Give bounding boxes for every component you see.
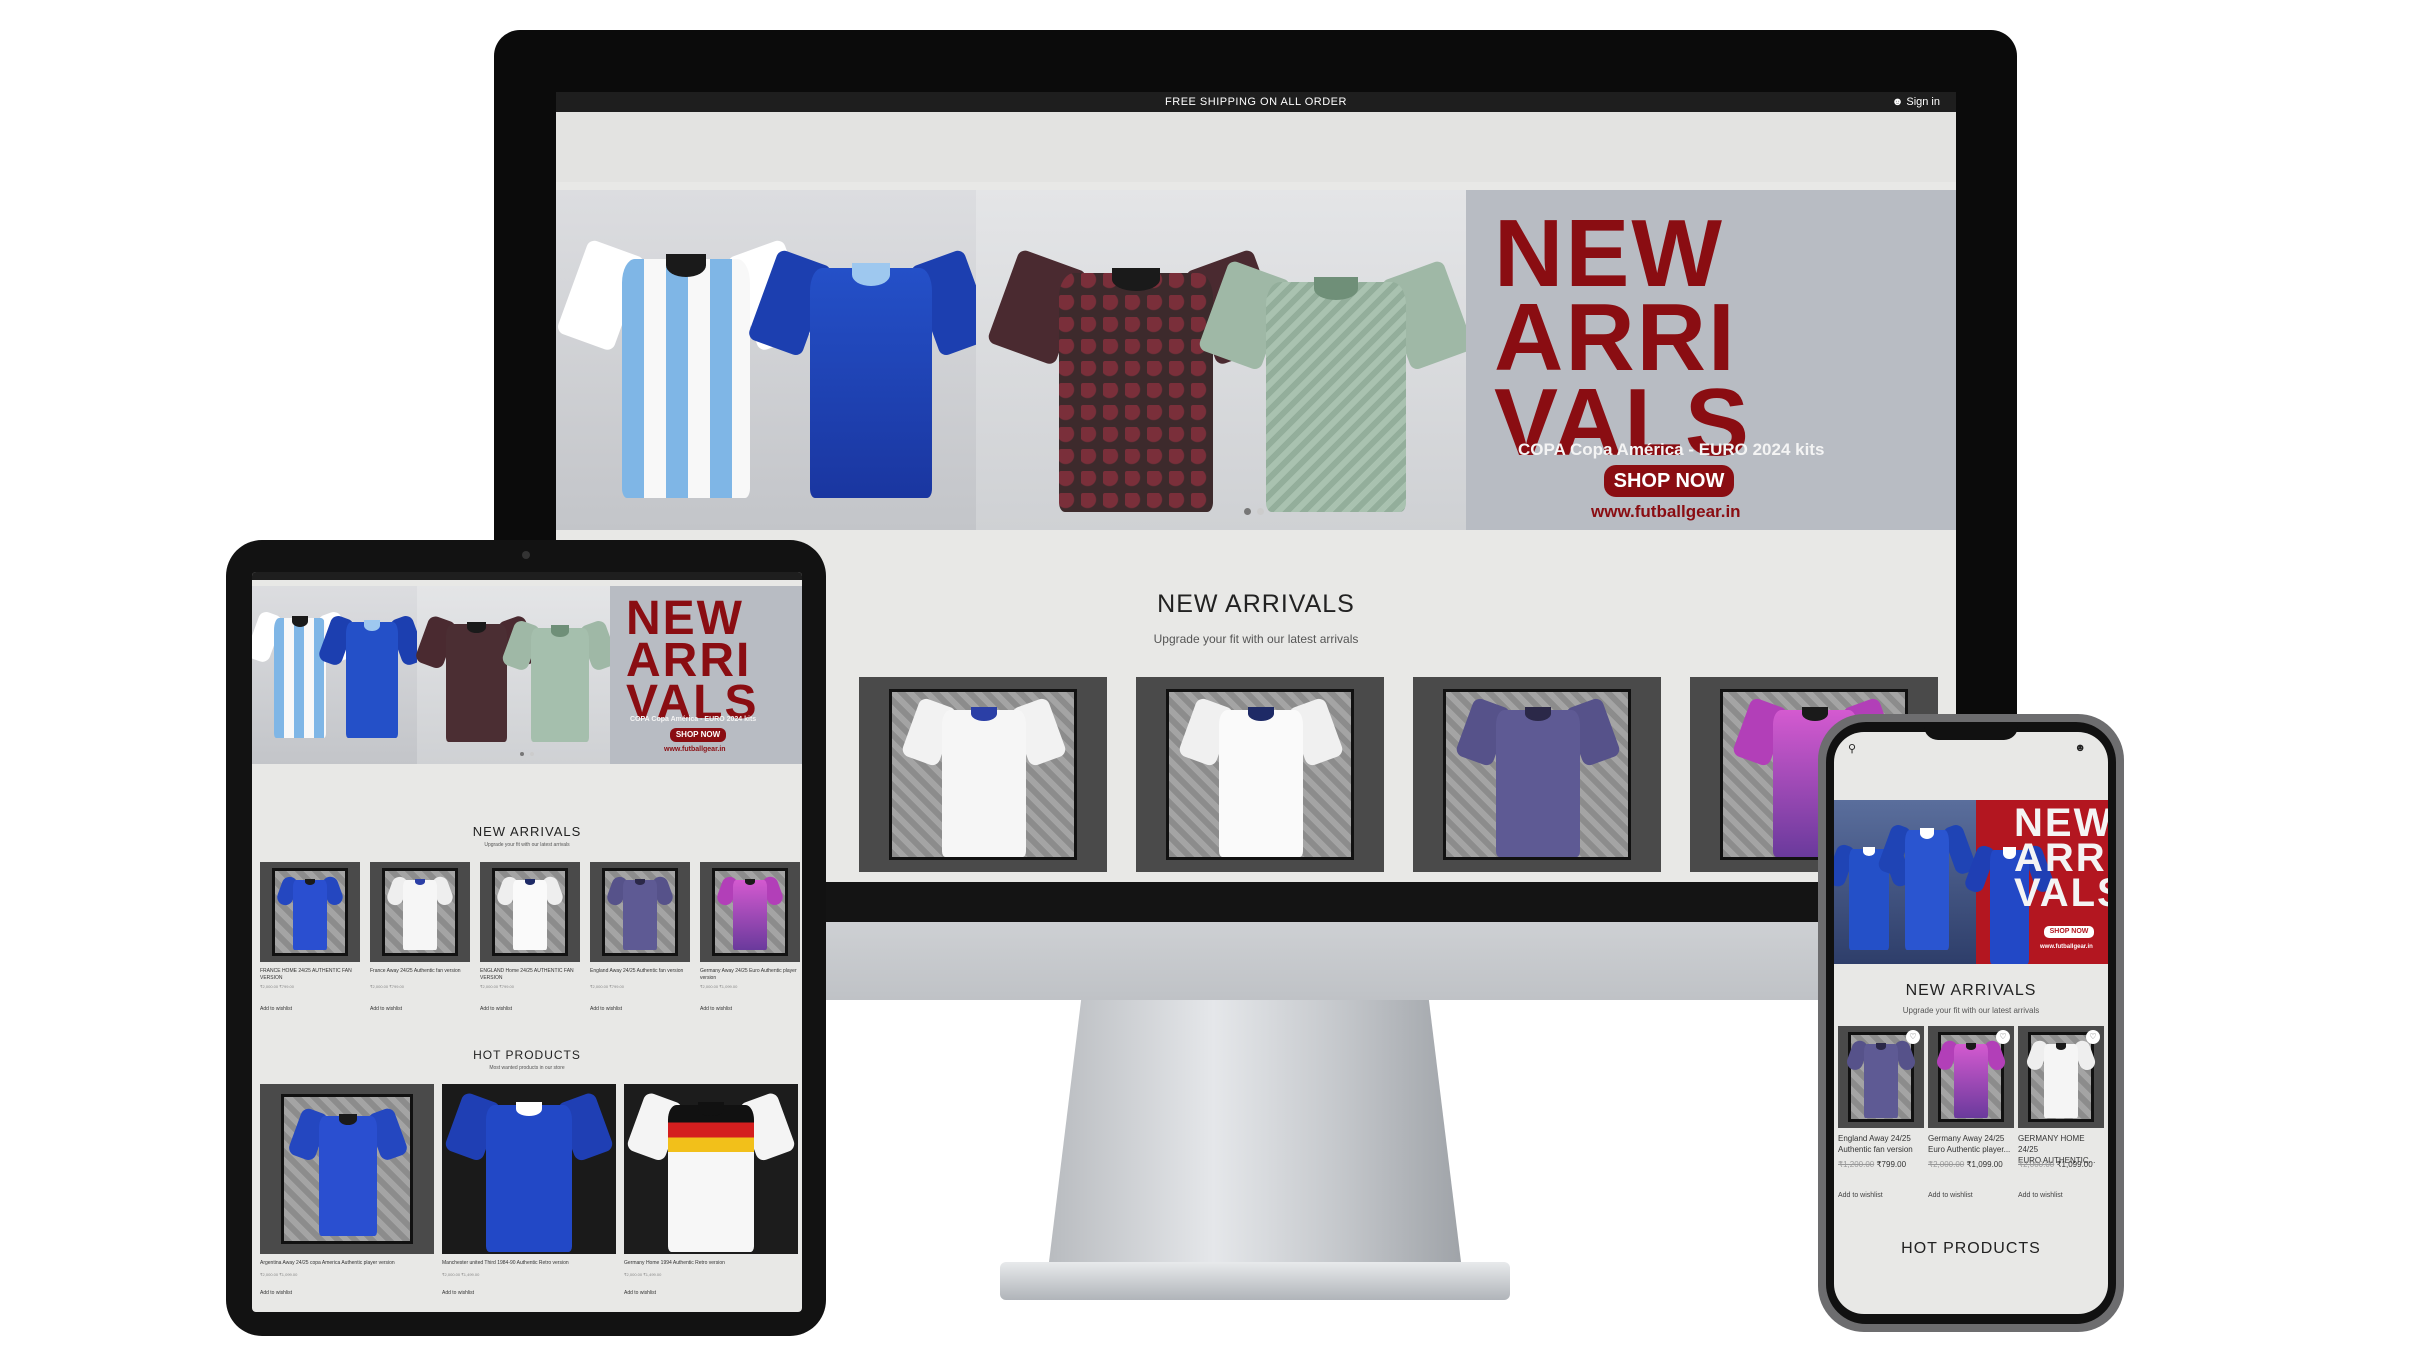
product-name[interactable]: Germany Away 24/25 Euro Authentic player.… bbox=[1928, 1134, 2014, 1156]
product-card-image[interactable] bbox=[624, 1084, 798, 1254]
product-name[interactable]: ENGLAND Home 24/25 AUTHENTIC FAN VERSION bbox=[480, 968, 580, 981]
product-card-image[interactable] bbox=[590, 862, 690, 962]
phone-banner-title: NEW ARRI VALS bbox=[2014, 801, 2108, 916]
banner-carousel-dots[interactable] bbox=[1244, 508, 1264, 515]
product-name[interactable]: Manchester united Third 1984-90 Authenti… bbox=[442, 1260, 616, 1267]
add-to-wishlist-link[interactable]: Add to wishlist bbox=[2018, 1192, 2063, 1199]
shirt-argentina-away bbox=[746, 248, 996, 498]
shop-now-button[interactable]: SHOP NOW bbox=[1604, 465, 1734, 497]
product-price: ₹2,000.00 ₹1,499.00 bbox=[624, 1272, 662, 1277]
tablet-hot-products-title: HOT PRODUCTS bbox=[473, 1048, 581, 1062]
phone-hot-products-title: HOT PRODUCTS bbox=[1901, 1240, 2041, 1257]
product-name[interactable]: FRANCE HOME 24/25 AUTHENTIC FAN VERSION bbox=[260, 968, 360, 981]
add-to-wishlist-link[interactable]: Add to wishlist bbox=[480, 1006, 512, 1012]
product-price: ₹2,000.00 ₹799.00 bbox=[370, 984, 405, 989]
product-card-image[interactable] bbox=[480, 862, 580, 962]
add-to-wishlist-link[interactable]: Add to wishlist bbox=[370, 1006, 402, 1012]
product-card-image[interactable]: ♡ bbox=[2018, 1026, 2104, 1128]
phone-banner-url: www.futballgear.in bbox=[2040, 944, 2093, 950]
product-price: ₹1,200.00 ₹799.00 bbox=[1838, 1160, 1907, 1169]
phone-shop-now-button[interactable]: SHOP NOW bbox=[2044, 926, 2094, 938]
product-card-image[interactable] bbox=[260, 1084, 434, 1254]
product-card-image[interactable]: ♡ bbox=[1928, 1026, 2014, 1128]
product-price: ₹2,000.00 ₹799.00 bbox=[260, 984, 295, 989]
add-to-wishlist-link[interactable]: Add to wishlist bbox=[590, 1006, 622, 1012]
product-name[interactable]: Germany Away 24/25 Euro Authentic player… bbox=[700, 968, 800, 981]
add-to-wishlist-link[interactable]: Add to wishlist bbox=[442, 1290, 474, 1296]
product-price: ₹2,000.00 ₹1,099.00 bbox=[1928, 1160, 2003, 1169]
site-header bbox=[556, 112, 1956, 182]
add-to-wishlist-link[interactable]: Add to wishlist bbox=[700, 1006, 732, 1012]
phone-new-arrivals-title: NEW ARRIVALS bbox=[1905, 982, 2037, 999]
product-price: ₹2,000.00 ₹1,099.00 bbox=[700, 984, 738, 989]
shirt-argentina-home bbox=[556, 238, 817, 498]
banner-title: NEW ARRI VALS bbox=[1494, 200, 1751, 476]
phone-notch bbox=[1924, 722, 2018, 740]
user-icon[interactable]: ☻ bbox=[2074, 742, 2086, 754]
monitor-stand-neck bbox=[1048, 1000, 1462, 1270]
product-name[interactable]: Argentina Away 24/25 copa America Authen… bbox=[260, 1260, 434, 1267]
product-card-image[interactable] bbox=[859, 677, 1107, 872]
tablet-new-arrivals-title: NEW ARRIVALS bbox=[472, 824, 582, 839]
heart-icon[interactable]: ♡ bbox=[1906, 1030, 1920, 1044]
product-card-image[interactable] bbox=[1413, 677, 1661, 872]
camera-icon bbox=[522, 551, 530, 559]
tablet-hero-banner[interactable]: NEW ARRI VALS COPA Copa América - EURO 2… bbox=[252, 586, 802, 764]
product-price: ₹2,000.00 ₹799.00 bbox=[480, 984, 515, 989]
product-name[interactable]: France Away 24/25 Authentic fan version bbox=[370, 968, 470, 975]
banner-panel-mexico bbox=[976, 190, 1475, 530]
add-to-wishlist-link[interactable]: Add to wishlist bbox=[1838, 1192, 1883, 1199]
product-card-image[interactable] bbox=[700, 862, 800, 962]
phone-hero-banner[interactable]: NEW ARRI VALS SHOP NOW www.futballgear.i… bbox=[1834, 800, 2108, 964]
product-card-image[interactable] bbox=[442, 1084, 616, 1254]
product-price: ₹2,000.00 ₹1,099.00 bbox=[260, 1272, 298, 1277]
tablet-banner-subtitle: COPA Copa América - EURO 2024 kits bbox=[630, 716, 757, 723]
tablet-carousel-dots[interactable] bbox=[520, 752, 534, 756]
banner-panel-argentina bbox=[556, 190, 996, 530]
hero-banner[interactable]: NEW ARRI VALS COPA Copa América - EURO 2… bbox=[556, 190, 1956, 530]
product-card-image[interactable] bbox=[370, 862, 470, 962]
phone-header-icons: ⚲ ☻ bbox=[1834, 742, 2108, 756]
phone-screen: ⚲ ☻ NEW ARRI VALS SHOP NOW www.futballge… bbox=[1834, 732, 2108, 1314]
banner-subtitle: COPA Copa América - EURO 2024 kits bbox=[1518, 440, 1825, 459]
add-to-wishlist-link[interactable]: Add to wishlist bbox=[260, 1290, 292, 1296]
tablet-banner-title: NEW ARRI VALS bbox=[626, 592, 759, 730]
product-name[interactable]: England Away 24/25 Authentic fan version bbox=[590, 968, 690, 975]
product-card-image[interactable]: ♡ bbox=[1838, 1026, 1924, 1128]
add-to-wishlist-link[interactable]: Add to wishlist bbox=[624, 1290, 656, 1296]
add-to-wishlist-link[interactable]: Add to wishlist bbox=[260, 1006, 292, 1012]
monitor-stand-base bbox=[1000, 1262, 1510, 1300]
banner-url: www.futballgear.in bbox=[1591, 502, 1741, 521]
tablet-new-arrivals-subtitle: Upgrade your fit with our latest arrival… bbox=[484, 842, 570, 848]
user-icon: ☻ bbox=[1891, 96, 1904, 108]
shirt-mexico-away bbox=[1197, 259, 1475, 512]
sign-in-label: Sign in bbox=[1906, 96, 1940, 108]
product-name[interactable]: Germany Home 1994 Authentic Retro versio… bbox=[624, 1260, 798, 1267]
search-icon[interactable]: ⚲ bbox=[1848, 742, 1856, 755]
product-card-image[interactable] bbox=[260, 862, 360, 962]
product-price: ₹2,000.00 ₹799.00 bbox=[590, 984, 625, 989]
announcement-bar: FREE SHIPPING ON ALL ORDER ☻ Sign in bbox=[556, 92, 1956, 112]
phone-new-arrivals-subtitle: Upgrade your fit with our latest arrival… bbox=[1902, 1006, 2040, 1015]
tablet-shop-now-button[interactable]: SHOP NOW bbox=[670, 728, 726, 742]
product-name[interactable]: England Away 24/25 Authentic fan version bbox=[1838, 1134, 1924, 1156]
product-price: ₹2,000.00 ₹1,499.00 bbox=[442, 1272, 480, 1277]
heart-icon[interactable]: ♡ bbox=[2086, 1030, 2100, 1044]
tablet-screen: NEW ARRI VALS COPA Copa América - EURO 2… bbox=[252, 572, 802, 1312]
product-card-image[interactable] bbox=[1136, 677, 1384, 872]
tablet-banner-url: www.futballgear.in bbox=[664, 746, 726, 753]
sign-in-link[interactable]: ☻ Sign in bbox=[1892, 96, 1940, 108]
tablet-announcement-bar bbox=[252, 572, 802, 580]
announcement-text: FREE SHIPPING ON ALL ORDER bbox=[1165, 96, 1347, 108]
add-to-wishlist-link[interactable]: Add to wishlist bbox=[1928, 1192, 1973, 1199]
heart-icon[interactable]: ♡ bbox=[1996, 1030, 2010, 1044]
tablet-hot-products-subtitle: Most wanted products in our store bbox=[489, 1065, 565, 1071]
product-price: ₹2,000.00 ₹1,099.00 bbox=[2018, 1160, 2093, 1169]
